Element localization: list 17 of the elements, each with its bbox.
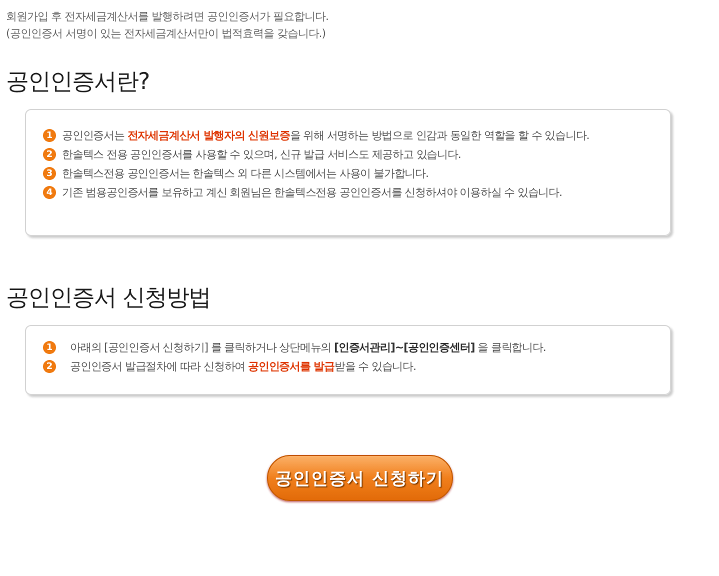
info-text: 한솔텍스 전용 공인인증서를 사용할 수 있으며, 신규 발급 서비스도 제공하고 있습니다.: [62, 147, 461, 162]
number-badge: 1: [43, 341, 56, 354]
apply-certificate-button[interactable]: 공인인증서 신청하기: [266, 455, 452, 501]
number-badge: 4: [43, 186, 56, 199]
number-badge: 3: [43, 167, 56, 180]
section-heading: 공인인증서란?: [6, 68, 150, 97]
intro-text: 회원가입 후 전자세금계산서를 발행하려면 공인인증서가 필요합니다.: [6, 9, 330, 25]
info-text: 공인인증서 발급절차에 따라 신청하여 공인인증서를 발급받을 수 있습니다.: [70, 359, 416, 374]
section-heading: 공인인증서 신청방법: [6, 284, 212, 313]
number-badge: 2: [43, 360, 56, 373]
number-badge: 1: [43, 129, 56, 142]
info-text: 아래의 [공인인증서 신청하기] 를 클릭하거나 상단메뉴의 [인증서관리]~[공인인증센터] 을 클릭합니다.: [70, 340, 546, 355]
info-text: 기존 범용공인증서를 보유하고 계신 회원님은 한솔텍스전용 공인인증서를 신청하셔야 이용하실 수 있습니다.: [62, 185, 562, 200]
intro-text: (공인인증서 서명이 있는 전자세금계산서만이 법적효력을 갖습니다.): [6, 26, 327, 42]
info-text: 한솔텍스전용 공인인증서는 한솔텍스 외 다른 시스템에서는 사용이 불가합니다.: [62, 166, 428, 181]
number-badge: 2: [43, 148, 56, 161]
info-text: 공인인증서는 전자세금계산서 발행자의 신원보증을 위해 서명하는 방법으로 인감과 동일한 역할을 할 수 있습니다.: [62, 128, 590, 143]
